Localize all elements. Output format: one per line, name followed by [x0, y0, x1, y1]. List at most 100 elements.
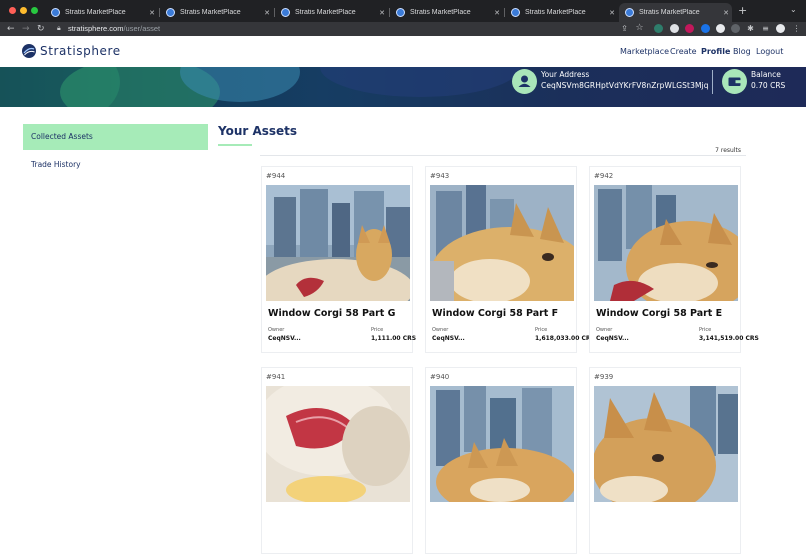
- address-bar[interactable]: stratisphere.com/user/asset: [68, 24, 160, 33]
- browser-tab[interactable]: Stratis MarketPlace ✕: [275, 3, 388, 22]
- owner-label: Owner: [268, 327, 285, 333]
- browser-tab-active[interactable]: Stratis MarketPlace ✕: [619, 3, 732, 22]
- asset-card[interactable]: #941: [261, 367, 413, 554]
- extension-icon[interactable]: [654, 24, 663, 33]
- results-divider: [260, 155, 746, 156]
- browser-tab[interactable]: Stratis MarketPlace ✕: [390, 3, 503, 22]
- browser-toolbar: ← → ↻ 🔒︎ stratisphere.com/user/asset ⇪ ☆…: [0, 22, 806, 36]
- asset-image[interactable]: [266, 386, 410, 502]
- corgi-photo: [594, 185, 738, 301]
- asset-image[interactable]: [594, 386, 738, 502]
- asset-image[interactable]: [430, 185, 574, 301]
- stratisphere-logo-icon[interactable]: [22, 44, 36, 58]
- corgi-photo: [266, 185, 410, 301]
- address-label: Your Address: [541, 70, 590, 79]
- owner-label: Owner: [432, 327, 449, 333]
- reload-icon[interactable]: ↻: [37, 23, 45, 35]
- browser-menu-icon[interactable]: ⋮: [792, 24, 801, 33]
- corgi-photo: [266, 386, 410, 502]
- sidebar-item-label: Collected Assets: [31, 132, 93, 141]
- tab-search-icon[interactable]: ⌄: [790, 5, 797, 14]
- tab-title: Stratis MarketPlace: [295, 9, 356, 16]
- nav-blog[interactable]: Blog: [733, 47, 751, 56]
- asset-id: #943: [430, 172, 450, 180]
- nav-logout[interactable]: Logout: [756, 47, 783, 56]
- banner-divider: [712, 70, 713, 94]
- asset-card[interactable]: #940: [425, 367, 577, 554]
- sidebar-item-trade-history[interactable]: Trade History: [23, 152, 208, 178]
- tab-title: Stratis MarketPlace: [410, 9, 471, 16]
- asset-image[interactable]: [266, 185, 410, 301]
- tab-close-icon[interactable]: ✕: [261, 9, 273, 17]
- results-count: 7 results: [715, 147, 741, 154]
- tab-close-icon[interactable]: ✕: [376, 9, 388, 17]
- asset-name[interactable]: Window Corgi 58 Part F: [432, 308, 558, 319]
- asset-id: #942: [594, 172, 614, 180]
- nav-marketplace[interactable]: Marketplace: [620, 47, 669, 56]
- balance-avatar: [722, 69, 747, 94]
- zoom-window-button[interactable]: [31, 7, 38, 14]
- favicon-icon: [281, 8, 290, 17]
- browser-tab[interactable]: Stratis MarketPlace ✕: [505, 3, 618, 22]
- bookmark-star-icon[interactable]: ☆: [635, 24, 644, 33]
- tab-close-icon[interactable]: ✕: [491, 9, 503, 17]
- asset-card[interactable]: #944 Window Corgi 58 Part G Owner CeqNSV…: [261, 166, 417, 353]
- favicon-icon: [625, 8, 634, 17]
- user-icon: [518, 75, 531, 87]
- profile-avatar-icon[interactable]: [776, 24, 785, 33]
- asset-card[interactable]: #943 Window Corgi 58 Part F Owner CeqNSV…: [425, 166, 595, 353]
- asset-image[interactable]: [594, 185, 738, 301]
- tab-title: Stratis MarketPlace: [525, 9, 586, 16]
- browser-tab[interactable]: Stratis MarketPlace ✕: [45, 3, 158, 22]
- owner-label: Owner: [596, 327, 613, 333]
- favicon-icon: [511, 8, 520, 17]
- url-host: stratisphere.com: [68, 24, 124, 33]
- url-path: /user/asset: [123, 24, 161, 33]
- sidebar-item-collected-assets[interactable]: Collected Assets: [23, 124, 208, 150]
- minimize-window-button[interactable]: [20, 7, 27, 14]
- new-tab-button[interactable]: +: [738, 4, 747, 17]
- reading-list-icon[interactable]: ≡: [761, 24, 770, 33]
- share-icon[interactable]: ⇪: [620, 24, 629, 33]
- tab-close-icon[interactable]: ✕: [606, 9, 618, 17]
- extensions-puzzle-icon[interactable]: ✱: [746, 24, 755, 33]
- browser-tab[interactable]: Stratis MarketPlace ✕: [160, 3, 273, 22]
- asset-card[interactable]: #942 Window Corgi 58 Part E Owner CeqNSV…: [589, 166, 759, 353]
- price-label: Price: [535, 327, 548, 333]
- forward-icon[interactable]: →: [22, 23, 30, 35]
- logo-text[interactable]: Stratisphere: [40, 44, 121, 58]
- back-icon[interactable]: ←: [7, 23, 15, 35]
- sidebar-item-label: Trade History: [31, 160, 81, 169]
- owner-value: CeqNSV...: [268, 335, 301, 342]
- favicon-icon: [396, 8, 405, 17]
- price-value: 3,141,519.00 CRS: [699, 335, 759, 342]
- extension-icon[interactable]: [731, 24, 740, 33]
- extension-icon[interactable]: [685, 24, 694, 33]
- price-value: 1,111.00 CRS: [371, 335, 417, 342]
- corgi-photo: [594, 386, 738, 502]
- asset-id: #940: [430, 373, 450, 381]
- asset-card[interactable]: #939: [589, 367, 741, 554]
- balance-value: 0.70 CRS: [751, 81, 786, 90]
- tab-close-icon[interactable]: ✕: [720, 9, 732, 17]
- corgi-photo: [430, 185, 574, 301]
- favicon-icon: [51, 8, 60, 17]
- asset-name[interactable]: Window Corgi 58 Part E: [596, 308, 722, 319]
- tab-title: Stratis MarketPlace: [65, 9, 126, 16]
- tab-title: Stratis MarketPlace: [180, 9, 241, 16]
- owner-value: CeqNSV...: [432, 335, 465, 342]
- asset-name[interactable]: Window Corgi 58 Part G: [268, 308, 395, 319]
- banner-decoration: [320, 67, 520, 97]
- address-avatar: [512, 69, 537, 94]
- tab-close-icon[interactable]: ✕: [146, 9, 158, 17]
- extension-icon[interactable]: [670, 24, 679, 33]
- asset-image[interactable]: [430, 386, 574, 502]
- extension-icon[interactable]: [716, 24, 725, 33]
- asset-id: #941: [266, 373, 286, 381]
- close-window-button[interactable]: [9, 7, 16, 14]
- nav-profile[interactable]: Profile: [701, 47, 730, 56]
- wallet-icon: [728, 77, 741, 86]
- nav-create[interactable]: Create: [670, 47, 697, 56]
- extension-icon[interactable]: [701, 24, 710, 33]
- price-label: Price: [699, 327, 712, 333]
